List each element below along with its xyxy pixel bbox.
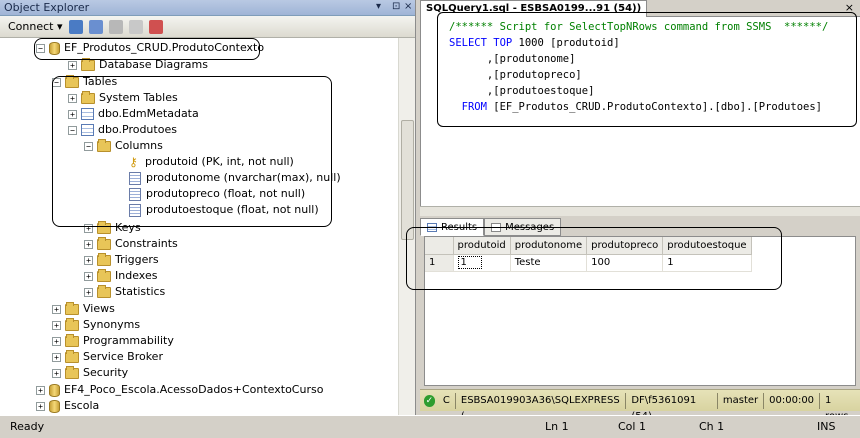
status-column: Col 1 bbox=[618, 420, 646, 433]
tree-node-label: Indexes bbox=[115, 269, 158, 282]
tree-node[interactable]: + Security bbox=[52, 365, 128, 381]
elapsed-time: 00:00:00 bbox=[764, 392, 821, 409]
folder-icon bbox=[81, 57, 95, 71]
stop-icon[interactable] bbox=[108, 19, 123, 34]
query-state: C bbox=[438, 392, 456, 409]
expand-icon[interactable]: + bbox=[52, 304, 61, 314]
app-status-bar: Ready Ln 1 Col 1 Ch 1 INS bbox=[0, 415, 860, 438]
status-line: Ln 1 bbox=[545, 420, 569, 433]
disconnect-icon[interactable] bbox=[88, 19, 103, 34]
autohide-icon[interactable]: ⊡ bbox=[392, 1, 400, 12]
refresh-icon[interactable] bbox=[148, 19, 163, 34]
tree-node-label: Programmability bbox=[83, 334, 174, 347]
database-icon bbox=[49, 383, 60, 397]
folder-icon bbox=[65, 365, 79, 379]
tree-node-label: Escola bbox=[64, 399, 100, 412]
tree-node-label: EF4_Poco_Escola.AcessoDados+ContextoCurs… bbox=[64, 383, 324, 396]
highlight-query bbox=[437, 12, 857, 127]
pin-icon[interactable]: ▾ bbox=[376, 1, 381, 12]
expand-icon[interactable]: + bbox=[84, 271, 93, 281]
folder-icon bbox=[65, 301, 79, 315]
expand-icon[interactable]: + bbox=[52, 320, 61, 330]
highlight-database bbox=[34, 38, 260, 60]
expand-icon[interactable]: + bbox=[84, 287, 93, 297]
status-char: Ch 1 bbox=[699, 420, 725, 433]
folder-icon bbox=[97, 284, 111, 298]
server-name: ESBSA019903A36\SQLEXPRESS (... bbox=[456, 392, 627, 422]
tree-node[interactable]: + Triggers bbox=[84, 252, 159, 268]
close-icon[interactable]: × bbox=[404, 1, 412, 12]
tree-node[interactable]: + Constraints bbox=[84, 236, 178, 252]
highlight-tables bbox=[52, 76, 332, 227]
object-explorer-title: Object Explorer ▾ ⊡ × bbox=[0, 0, 415, 16]
expand-icon[interactable]: + bbox=[36, 401, 45, 411]
expand-icon[interactable]: + bbox=[68, 60, 77, 70]
object-explorer-title-text: Object Explorer bbox=[4, 1, 90, 14]
tree-node-label: Statistics bbox=[115, 285, 166, 298]
tree-node[interactable]: + Synonyms bbox=[52, 317, 140, 333]
folder-icon bbox=[97, 236, 111, 250]
status-text: Ready bbox=[10, 420, 45, 433]
tree-node[interactable]: + Views bbox=[52, 301, 115, 317]
tree-node[interactable]: + Statistics bbox=[84, 284, 165, 300]
editor-horizontal-scrollbar[interactable] bbox=[420, 206, 860, 216]
connect-object-icon[interactable] bbox=[68, 19, 83, 34]
database-name: master bbox=[718, 392, 765, 409]
tree-node[interactable]: + Service Broker bbox=[52, 349, 163, 365]
expand-icon[interactable]: + bbox=[52, 336, 61, 346]
tree-node-label: Constraints bbox=[115, 237, 178, 250]
status-mode: INS bbox=[817, 420, 836, 433]
tree-node-label: Synonyms bbox=[83, 318, 141, 331]
folder-icon bbox=[65, 349, 79, 363]
folder-icon bbox=[65, 317, 79, 331]
filter-icon[interactable] bbox=[128, 19, 143, 34]
tree-node-label: Views bbox=[83, 302, 115, 315]
check-icon: ✓ bbox=[424, 394, 435, 407]
expand-icon[interactable]: + bbox=[36, 385, 45, 395]
tree-node[interactable]: + Indexes bbox=[84, 268, 157, 284]
expand-icon[interactable]: + bbox=[52, 368, 61, 378]
expand-icon[interactable]: + bbox=[52, 352, 61, 362]
tree-node-label: Triggers bbox=[115, 253, 159, 266]
scrollbar-thumb[interactable] bbox=[401, 120, 414, 240]
expand-icon[interactable]: + bbox=[84, 255, 93, 265]
row-count: 1 rows bbox=[825, 394, 848, 422]
highlight-results bbox=[406, 227, 782, 290]
folder-icon bbox=[97, 252, 111, 266]
tree-node-label: Security bbox=[83, 366, 129, 379]
tree-node[interactable]: + EF4_Poco_Escola.AcessoDados+ContextoCur… bbox=[36, 382, 323, 398]
tree-node[interactable]: + Programmability bbox=[52, 333, 174, 349]
database-icon bbox=[49, 399, 60, 413]
folder-icon bbox=[65, 333, 79, 347]
connect-button[interactable]: Connect ▾ bbox=[8, 20, 63, 33]
user-name: DF\f5361091 (54) bbox=[626, 392, 718, 422]
folder-icon bbox=[97, 268, 111, 282]
expand-icon[interactable]: + bbox=[84, 239, 93, 249]
tree-node-label: Service Broker bbox=[83, 350, 163, 363]
tree-node[interactable]: + Escola bbox=[36, 398, 99, 414]
query-status-bar: ✓ C ESBSA019903A36\SQLEXPRESS (... DF\f5… bbox=[420, 389, 860, 422]
object-explorer-toolbar: Connect ▾ bbox=[0, 16, 415, 38]
